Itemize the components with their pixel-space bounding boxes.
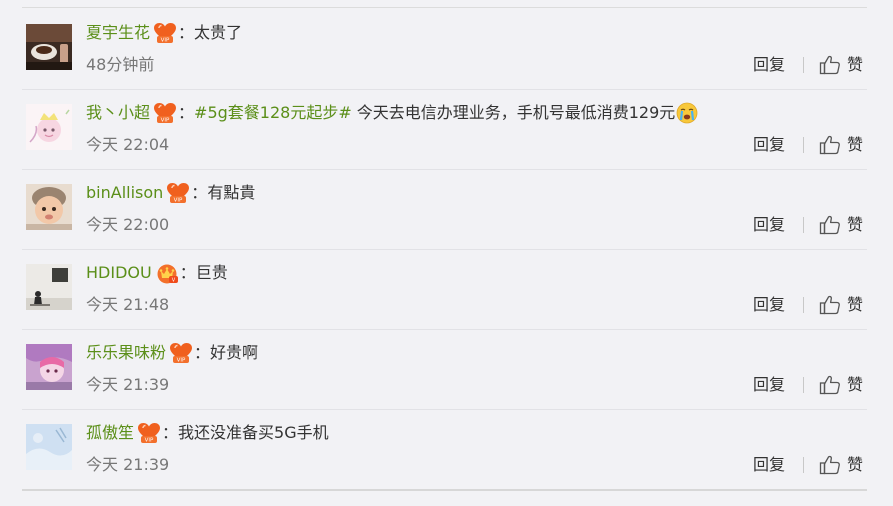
comment-item: 乐乐果味粉 VIP ： 好贵啊 今天 21:39 回复 赞 [0, 330, 893, 410]
comment-text: 好贵啊 [210, 343, 259, 362]
colon: ： [179, 263, 196, 282]
comment-item: binAllison VIP ： 有點貴 今天 22:00 回复 赞 [0, 170, 893, 250]
comment-time: 今天 22:00 [86, 215, 170, 234]
comment-item: HDIDOU V ： 巨贵 今天 21:48 回复 赞 [0, 250, 893, 330]
like-button[interactable]: 赞 [819, 53, 863, 77]
avatar[interactable] [26, 424, 72, 470]
comment-list: 夏宇生花 VIP ： 太贵了 48分钟前 回复 赞 我丶小超 VIP ： #5g… [0, 10, 893, 490]
reply-button[interactable]: 回复 [753, 453, 785, 477]
comment-line: 夏宇生花 VIP ： 太贵了 [86, 20, 242, 46]
like-label: 赞 [847, 215, 864, 234]
vip-heart-badge-icon[interactable]: VIP [153, 102, 177, 124]
like-button[interactable]: 赞 [819, 133, 863, 157]
thumbs-up-icon [819, 55, 841, 75]
reply-button[interactable]: 回复 [753, 133, 785, 157]
action-separator [803, 377, 804, 393]
bottom-divider [22, 489, 867, 491]
comment-line: 我丶小超 VIP ： #5g套餐128元起步# 今天去电信办理业务，手机号最低消… [86, 100, 698, 126]
comment-text: 有點貴 [207, 183, 256, 202]
like-label: 赞 [847, 55, 864, 74]
like-label: 赞 [847, 135, 864, 154]
comment-item: 我丶小超 VIP ： #5g套餐128元起步# 今天去电信办理业务，手机号最低消… [0, 90, 893, 170]
reply-button[interactable]: 回复 [753, 373, 785, 397]
colon: ： [162, 423, 179, 442]
comment-line: 孤傲笙 VIP ： 我还没准备买5G手机 [86, 420, 329, 446]
like-button[interactable]: 赞 [819, 293, 863, 317]
like-label: 赞 [847, 455, 864, 474]
svg-text:VIP: VIP [177, 358, 186, 364]
comment-line: HDIDOU V ： 巨贵 [86, 260, 228, 286]
username-link[interactable]: 乐乐果味粉 [86, 340, 166, 366]
action-separator [803, 217, 804, 233]
svg-text:VIP: VIP [145, 438, 154, 444]
svg-text:VIP: VIP [174, 198, 183, 204]
thumbs-up-icon [819, 455, 841, 475]
action-separator [803, 57, 804, 73]
colon: ： [178, 23, 195, 42]
vip-heart-badge-icon[interactable]: VIP [137, 422, 161, 444]
action-separator [803, 457, 804, 473]
thumbs-up-icon [819, 135, 841, 155]
crying-face-emoji-icon [676, 102, 698, 124]
username-link[interactable]: binAllison [86, 180, 163, 206]
comment-item: 夏宇生花 VIP ： 太贵了 48分钟前 回复 赞 [0, 10, 893, 90]
avatar[interactable] [26, 104, 72, 150]
username-link[interactable]: 夏宇生花 [86, 20, 150, 46]
username-link[interactable]: 我丶小超 [86, 100, 150, 126]
thumbs-up-icon [819, 215, 841, 235]
vip-heart-badge-icon[interactable]: VIP [166, 182, 190, 204]
action-separator [803, 297, 804, 313]
crown-badge-icon[interactable]: V [155, 262, 179, 284]
comment-text: 巨贵 [195, 263, 228, 282]
thumbs-up-icon [819, 295, 841, 315]
colon: ： [194, 343, 211, 362]
vip-heart-badge-icon[interactable]: VIP [153, 22, 177, 44]
top-divider [22, 7, 867, 8]
reply-button[interactable]: 回复 [753, 213, 785, 237]
comment-time: 今天 21:39 [86, 455, 170, 474]
comment-time: 今天 22:04 [86, 135, 170, 154]
thumbs-up-icon [819, 375, 841, 395]
comment-time: 48分钟前 [86, 55, 155, 74]
svg-text:VIP: VIP [161, 38, 170, 44]
username-link[interactable]: 孤傲笙 [86, 420, 134, 446]
svg-text:V: V [171, 278, 175, 284]
like-button[interactable]: 赞 [819, 213, 863, 237]
avatar[interactable] [26, 344, 72, 390]
like-button[interactable]: 赞 [819, 373, 863, 397]
reply-button[interactable]: 回复 [753, 293, 785, 317]
username-link[interactable]: HDIDOU [86, 260, 152, 286]
comment-text: 今天去电信办理业务，手机号最低消费129元 [356, 103, 676, 122]
comment-text: 太贵了 [194, 23, 243, 42]
comment-item: 孤傲笙 VIP ： 我还没准备买5G手机 今天 21:39 回复 赞 [0, 410, 893, 490]
avatar[interactable] [26, 24, 72, 70]
svg-text:VIP: VIP [161, 118, 170, 124]
avatar[interactable] [26, 264, 72, 310]
reply-button[interactable]: 回复 [753, 53, 785, 77]
like-label: 赞 [847, 295, 864, 314]
colon: ： [178, 103, 195, 122]
comment-time: 今天 21:39 [86, 375, 170, 394]
vip-heart-badge-icon[interactable]: VIP [169, 342, 193, 364]
comment-line: 乐乐果味粉 VIP ： 好贵啊 [86, 340, 258, 366]
like-label: 赞 [847, 375, 864, 394]
colon: ： [191, 183, 208, 202]
topic-hashtag-link[interactable]: #5g套餐128元起步# [194, 100, 352, 126]
comment-text: 我还没准备买5G手机 [178, 423, 329, 442]
action-separator [803, 137, 804, 153]
comment-line: binAllison VIP ： 有點貴 [86, 180, 255, 206]
like-button[interactable]: 赞 [819, 453, 863, 477]
avatar[interactable] [26, 184, 72, 230]
comment-time: 今天 21:48 [86, 295, 170, 314]
